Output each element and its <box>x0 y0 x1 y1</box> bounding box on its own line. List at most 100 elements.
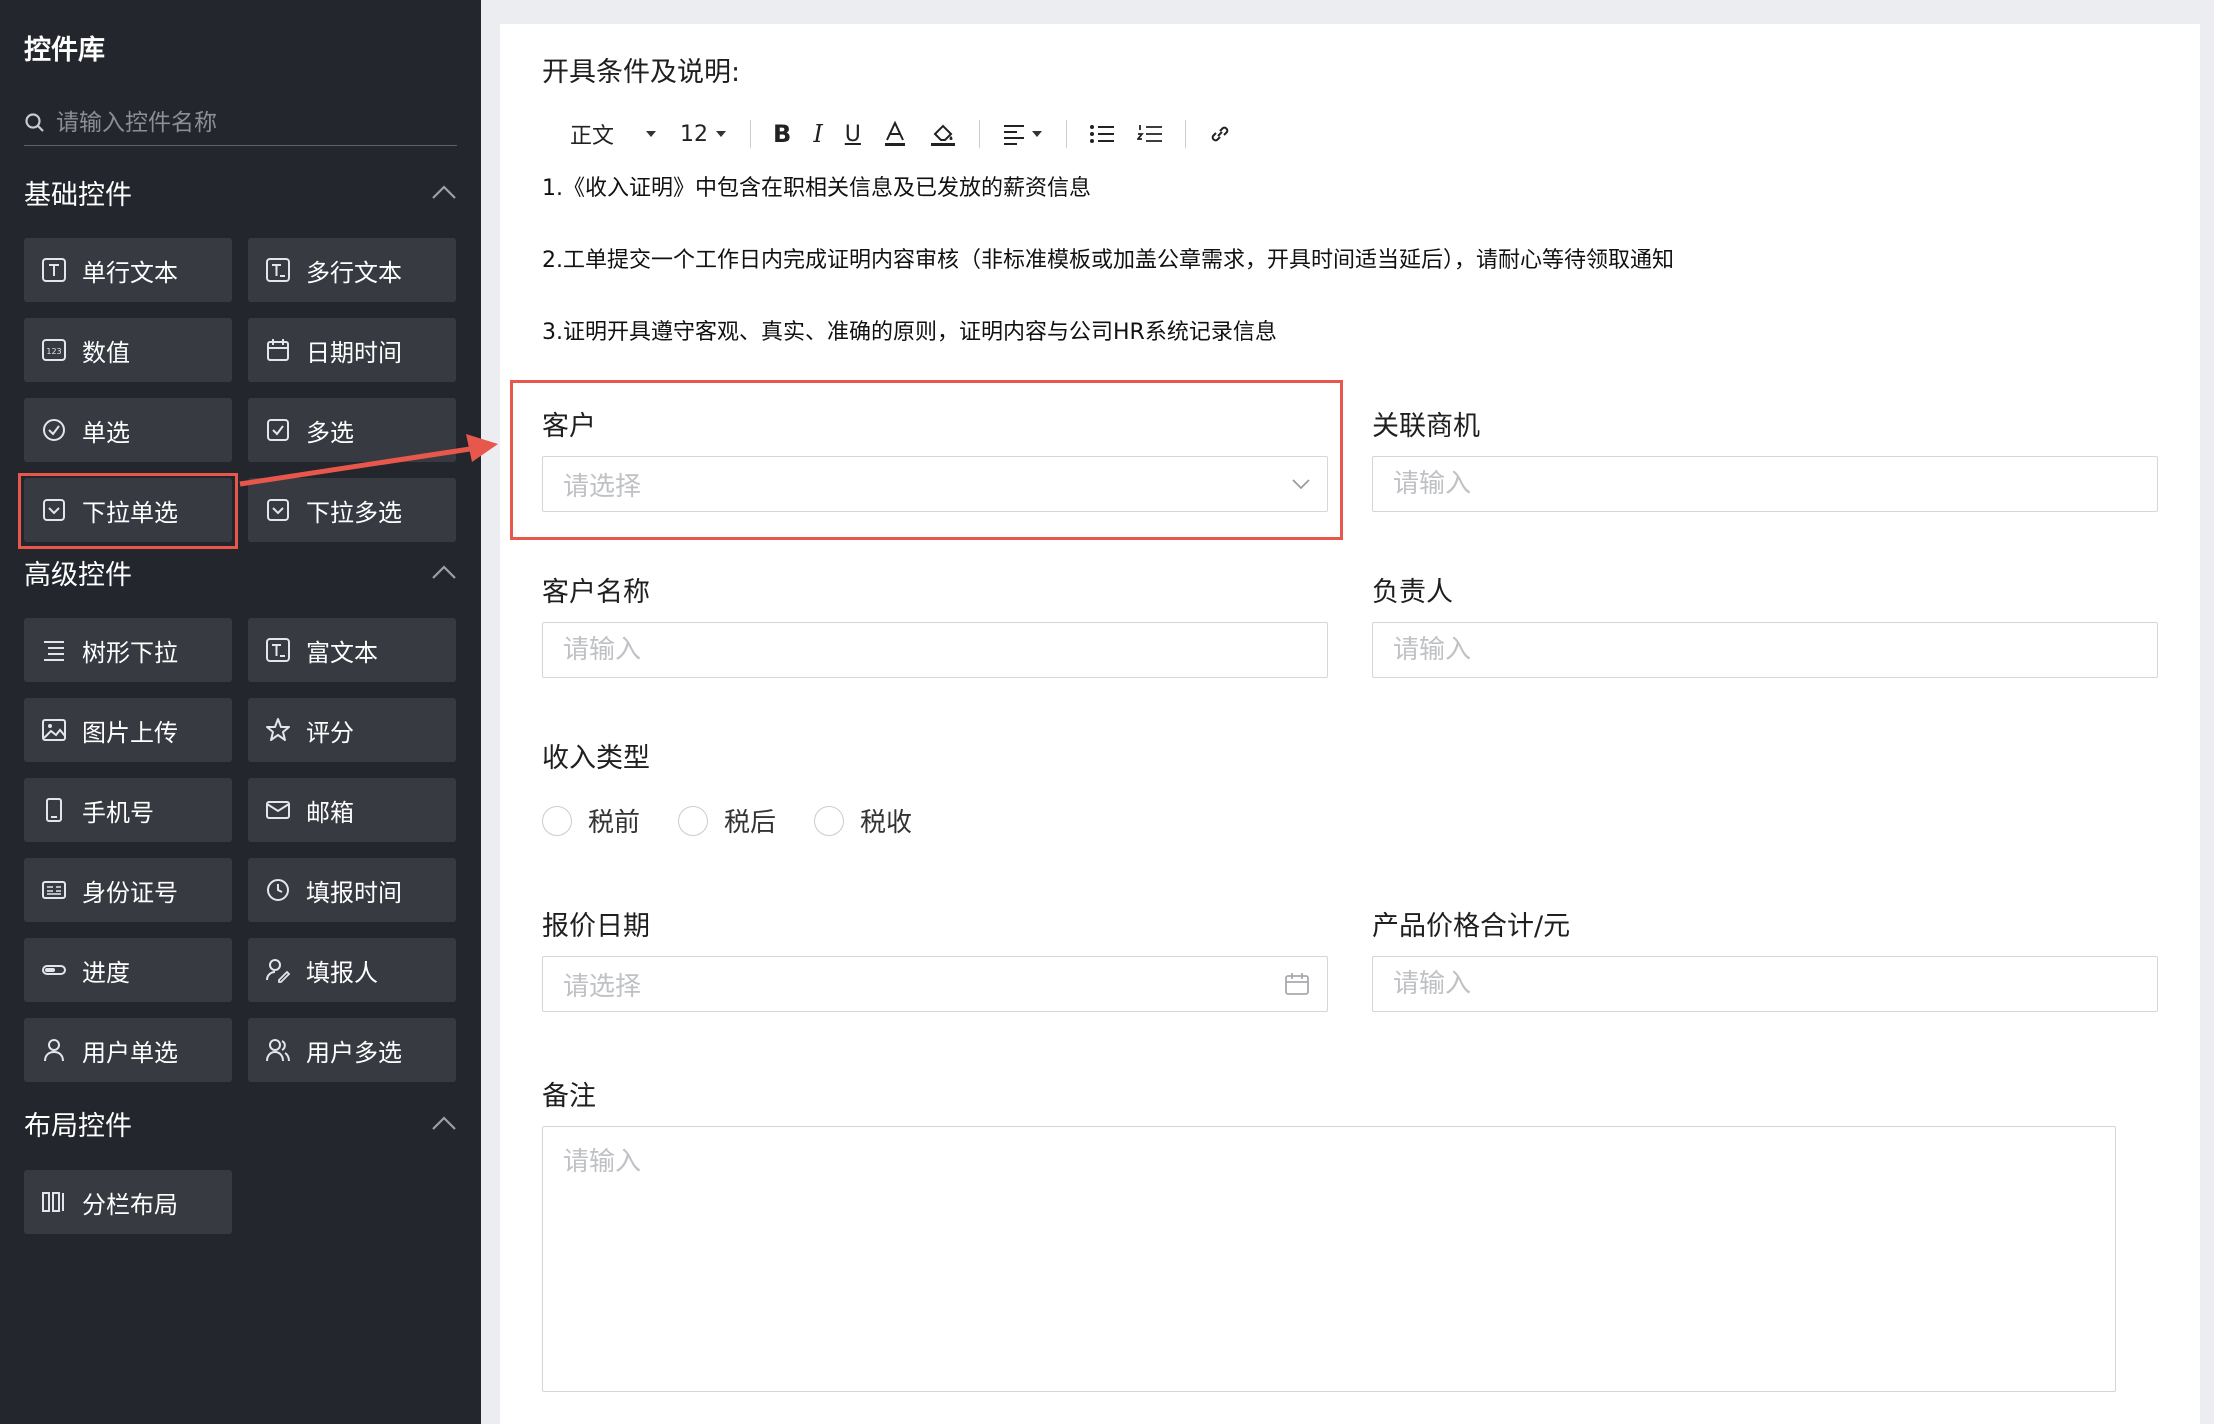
customer-label: 客户 <box>542 411 596 442</box>
total-price-input[interactable] <box>1393 969 2137 999</box>
widget-user-single[interactable]: 用户单选 <box>24 1018 232 1082</box>
radio-circle[interactable] <box>814 805 844 836</box>
widget-dropdown-multi[interactable]: 下拉多选 <box>248 478 456 542</box>
instruction-paragraph-2: 2.工单提交一个工作日内完成证明内容审核（非标准模板或加盖公章需求，开具时间适当… <box>542 248 1674 273</box>
sidebar-title: 控件库 <box>24 35 105 66</box>
toolbar-divider <box>1184 120 1186 148</box>
radio-circle[interactable] <box>678 805 708 836</box>
section-basic-title: 基础控件 <box>24 179 132 211</box>
calendar-icon <box>1285 973 1309 995</box>
tree-list-icon <box>44 641 64 661</box>
radio-tax[interactable]: 税收 <box>814 802 912 839</box>
bulleted-list-icon[interactable] <box>1089 123 1115 145</box>
quote-date-label: 报价日期 <box>542 911 650 942</box>
income-type-label: 收入类型 <box>542 743 650 774</box>
id-card-icon <box>42 881 66 899</box>
owner-input[interactable] <box>1393 635 2137 665</box>
form-canvas: 开具条件及说明: 正文 12 B I U 1.《收入证明》中包含在职相关信息及已… <box>500 24 2200 1424</box>
widget-phone[interactable]: 手机号 <box>24 778 232 842</box>
widget-user-multi[interactable]: 用户多选 <box>248 1018 456 1082</box>
underline-icon[interactable]: U <box>845 122 861 147</box>
rich-text-toolbar: 正文 12 B I U <box>542 114 1254 154</box>
opportunity-field[interactable] <box>1372 456 2158 512</box>
widget-image-upload[interactable]: 图片上传 <box>24 698 232 762</box>
calendar-icon <box>267 339 289 361</box>
widget-rich-text[interactable]: 富文本 <box>248 618 456 682</box>
instruction-paragraph-3: 3.证明开具遵守客观、真实、准确的原则，证明内容与公司HR系统记录信息 <box>542 320 1277 345</box>
widget-column-layout[interactable]: 分栏布局 <box>24 1170 232 1234</box>
widget-tree-dropdown[interactable]: 树形下拉 <box>24 618 232 682</box>
customer-name-label: 客户名称 <box>542 577 650 608</box>
widget-checkbox[interactable]: 多选 <box>248 398 456 462</box>
widget-fill-time[interactable]: 填报时间 <box>248 858 456 922</box>
section-layout-title: 布局控件 <box>24 1110 132 1142</box>
owner-label: 负责人 <box>1372 577 1453 608</box>
toolbar-divider <box>1065 120 1067 148</box>
user-icon <box>44 1039 64 1062</box>
remark-textarea[interactable] <box>542 1126 2116 1392</box>
chevron-up-icon[interactable] <box>431 564 457 580</box>
caret-down-icon <box>716 131 727 137</box>
number-icon: 123 <box>42 339 66 361</box>
user-edit-icon <box>266 959 291 983</box>
quote-date-picker[interactable]: 请选择 <box>542 956 1328 1012</box>
numbered-list-icon[interactable] <box>1136 123 1163 145</box>
radio-after-tax[interactable]: 税后 <box>678 802 776 839</box>
users-icon <box>266 1039 290 1062</box>
widget-dropdown-single[interactable]: 下拉单选 <box>24 478 232 542</box>
mobile-phone-icon <box>46 798 62 822</box>
caret-down-icon <box>646 131 657 137</box>
widget-multi-line-text[interactable]: 多行文本 <box>248 238 456 302</box>
widget-search[interactable] <box>24 100 457 146</box>
dropdown-icon <box>43 499 65 521</box>
widget-rating[interactable]: 评分 <box>248 698 456 762</box>
font-color-icon[interactable] <box>883 120 907 148</box>
widget-filler[interactable]: 填报人 <box>248 938 456 1002</box>
section-title: 开具条件及说明: <box>542 57 741 88</box>
widget-number[interactable]: 123 数值 <box>24 318 232 382</box>
customer-name-field[interactable] <box>542 622 1328 678</box>
section-advanced-header[interactable]: 高级控件 <box>24 550 457 594</box>
widget-library-sidebar: 控件库 基础控件 单行文本 多行文本 123 数值 日期时间 单选 多选 下拉单… <box>0 0 481 1424</box>
customer-select[interactable]: 请选择 <box>542 456 1328 512</box>
highlight-color-icon[interactable] <box>929 120 957 148</box>
caret-down-icon <box>1031 131 1042 137</box>
widget-radio[interactable]: 单选 <box>24 398 232 462</box>
dropdown-icon <box>267 499 289 521</box>
svg-text:123: 123 <box>46 347 61 356</box>
radio-check-icon <box>43 419 65 441</box>
opportunity-input[interactable] <box>1393 469 2137 499</box>
remark-label: 备注 <box>542 1081 596 1112</box>
owner-field[interactable] <box>1372 622 2158 678</box>
toolbar-divider <box>978 120 980 148</box>
widget-progress[interactable]: 进度 <box>24 938 232 1002</box>
radio-circle[interactable] <box>542 805 572 836</box>
widget-email[interactable]: 邮箱 <box>248 778 456 842</box>
clock-icon <box>267 879 289 901</box>
widget-id-number[interactable]: 身份证号 <box>24 858 232 922</box>
customer-name-input[interactable] <box>563 635 1307 665</box>
font-size-select[interactable]: 12 <box>668 122 728 147</box>
italic-icon[interactable]: I <box>813 120 822 148</box>
chevron-up-icon[interactable] <box>431 1115 457 1131</box>
radio-pre-tax[interactable]: 税前 <box>542 802 640 839</box>
star-icon <box>266 718 290 741</box>
chevron-up-icon[interactable] <box>431 184 457 200</box>
chevron-down-icon <box>1292 479 1310 490</box>
align-left-icon[interactable] <box>1002 123 1044 145</box>
textarea-icon <box>266 258 290 282</box>
checkbox-icon <box>267 419 289 441</box>
section-basic-header[interactable]: 基础控件 <box>24 170 457 214</box>
section-layout-header[interactable]: 布局控件 <box>24 1101 457 1145</box>
widget-datetime[interactable]: 日期时间 <box>248 318 456 382</box>
image-icon <box>42 719 66 741</box>
widget-single-line-text[interactable]: 单行文本 <box>24 238 232 302</box>
text-style-select[interactable]: 正文 <box>542 118 658 150</box>
toolbar-divider <box>750 120 752 148</box>
progress-icon <box>42 965 66 975</box>
link-icon[interactable] <box>1208 122 1232 146</box>
bold-icon[interactable]: B <box>773 120 791 148</box>
total-price-field[interactable] <box>1372 956 2158 1012</box>
widget-search-input[interactable] <box>56 109 436 136</box>
mail-icon <box>266 801 290 819</box>
